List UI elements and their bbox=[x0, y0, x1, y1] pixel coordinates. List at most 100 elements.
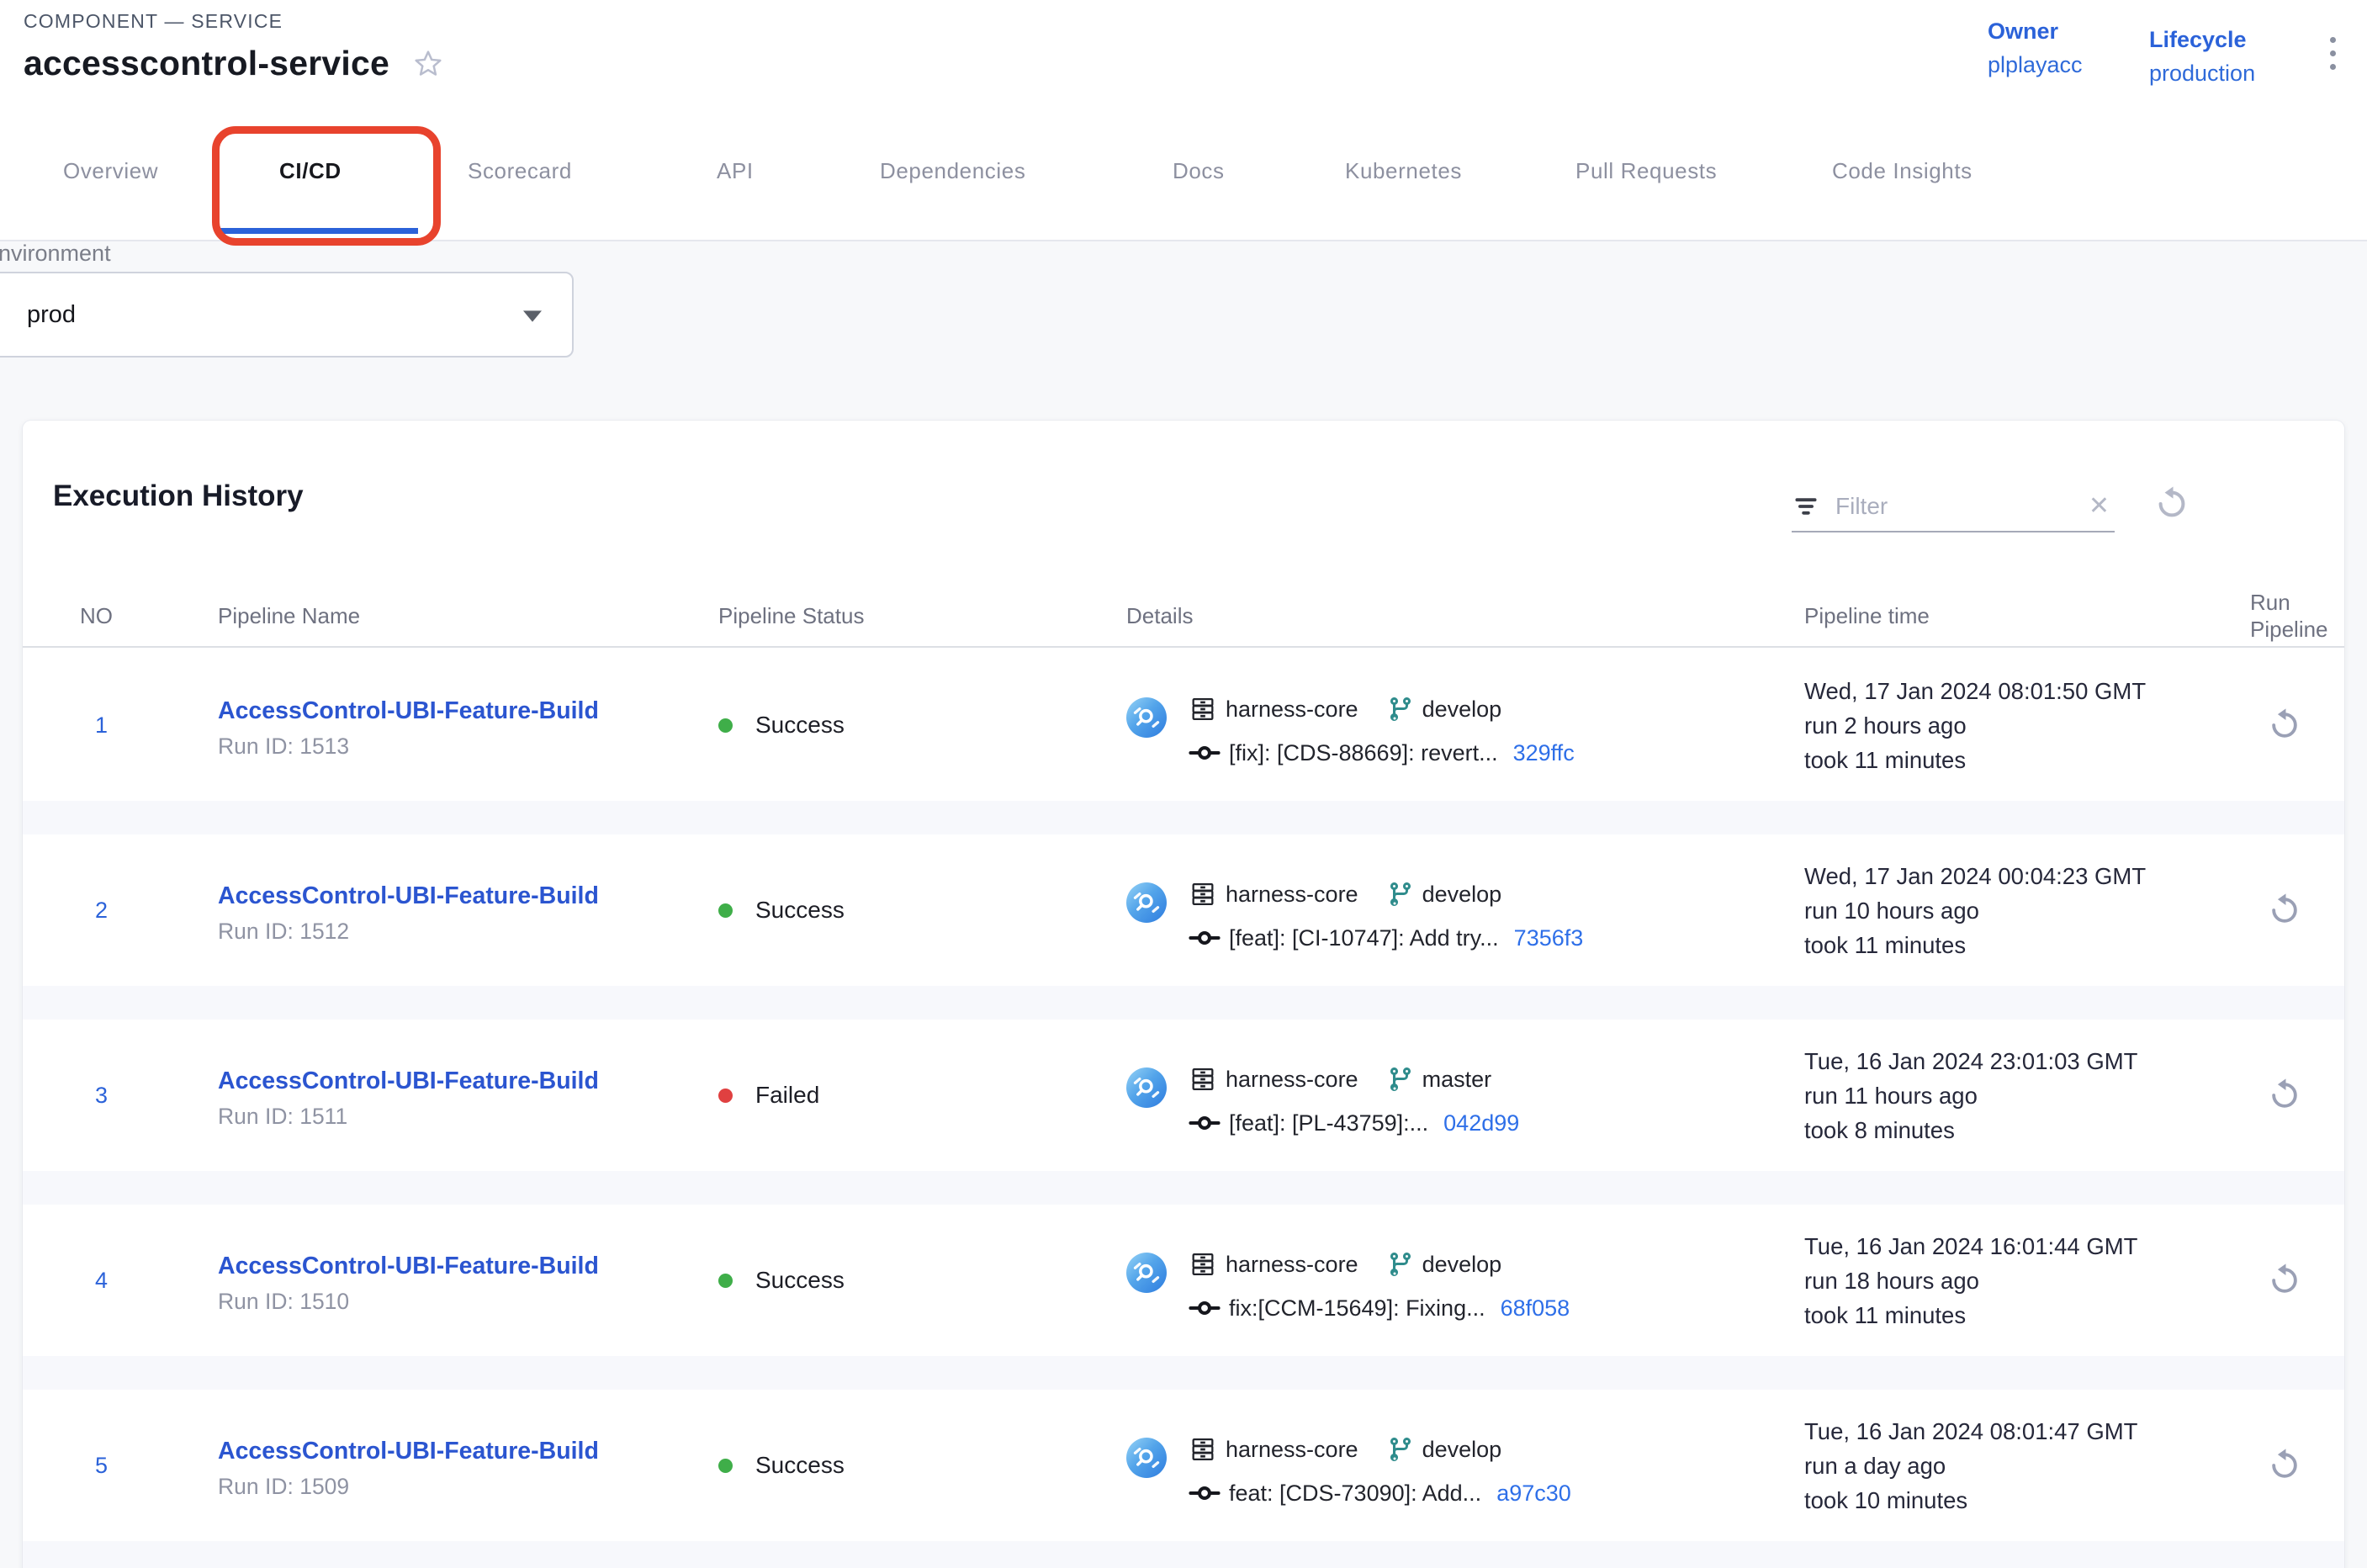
chevron-down-icon bbox=[523, 310, 542, 322]
tab-code-insights[interactable]: Code Insights bbox=[1832, 126, 1973, 215]
status-label: Success bbox=[755, 1452, 845, 1479]
pipeline-execution-icon[interactable] bbox=[1126, 882, 1167, 923]
execution-history-card: Execution History ✕ NO Pipeline Name Pip… bbox=[23, 421, 2344, 1568]
pipeline-run-ago: run 11 hours ago bbox=[1804, 1078, 2225, 1113]
run-pipeline-button[interactable] bbox=[2266, 892, 2303, 929]
repository-name: harness-core bbox=[1226, 692, 1358, 726]
owner-label: Owner bbox=[1988, 19, 2083, 45]
branch-icon bbox=[1387, 696, 1414, 723]
refresh-icon[interactable] bbox=[2153, 485, 2191, 523]
pipeline-name-link[interactable]: AccessControl-UBI-Feature-Build bbox=[218, 1067, 718, 1095]
commit-sha-link[interactable]: 042d99 bbox=[1443, 1106, 1519, 1140]
commit-icon bbox=[1189, 1481, 1221, 1506]
col-run-pipeline: Run Pipeline bbox=[2225, 589, 2344, 643]
pipeline-duration: took 11 minutes bbox=[1804, 743, 2225, 777]
row-number-link[interactable]: 5 bbox=[80, 1453, 108, 1478]
col-pipeline-name: Pipeline Name bbox=[218, 602, 718, 629]
commit-sha-link[interactable]: 7356f3 bbox=[1514, 921, 1584, 955]
commit-sha-link[interactable]: 68f058 bbox=[1501, 1291, 1570, 1325]
commit-sha-link[interactable]: a97c30 bbox=[1496, 1476, 1571, 1510]
repository-icon bbox=[1189, 1435, 1217, 1464]
environment-select[interactable]: prod bbox=[0, 272, 574, 358]
tab-overview[interactable]: Overview bbox=[63, 126, 158, 215]
commit-sha-link[interactable]: 329ffc bbox=[1513, 736, 1575, 770]
tab-dependencies[interactable]: Dependencies bbox=[880, 126, 1025, 215]
table-row: 3 AccessControl-UBI-Feature-Build Run ID… bbox=[23, 1020, 2344, 1171]
col-pipeline-time: Pipeline time bbox=[1804, 602, 2225, 629]
run-pipeline-button[interactable] bbox=[2266, 1262, 2303, 1299]
pipeline-execution-icon[interactable] bbox=[1126, 697, 1167, 738]
filter-icon bbox=[1792, 492, 1820, 521]
filter-input[interactable] bbox=[1835, 493, 2084, 520]
lifecycle-meta: Lifecycle production bbox=[2149, 27, 2255, 87]
commit-icon bbox=[1189, 1110, 1221, 1136]
pipeline-execution-icon[interactable] bbox=[1126, 1067, 1167, 1108]
pipeline-execution-icon[interactable] bbox=[1126, 1438, 1167, 1478]
lifecycle-label: Lifecycle bbox=[2149, 27, 2255, 53]
row-number-link[interactable]: 2 bbox=[80, 898, 108, 923]
status-label: Success bbox=[755, 1267, 845, 1294]
row-number-link[interactable]: 3 bbox=[80, 1083, 108, 1108]
owner-value-link[interactable]: plplayacc bbox=[1988, 52, 2083, 78]
pipeline-run-ago: run 10 hours ago bbox=[1804, 893, 2225, 928]
page-title: accesscontrol-service bbox=[24, 44, 389, 83]
row-number-link[interactable]: 1 bbox=[80, 712, 108, 738]
repository-name: harness-core bbox=[1226, 1062, 1358, 1096]
run-id: Run ID: 1512 bbox=[218, 919, 718, 945]
status-label: Failed bbox=[755, 1082, 819, 1109]
pipeline-duration: took 11 minutes bbox=[1804, 1298, 2225, 1332]
commit-icon bbox=[1189, 925, 1221, 951]
pipeline-timestamp: Tue, 16 Jan 2024 08:01:47 GMT bbox=[1804, 1414, 2225, 1449]
branch-name: develop bbox=[1422, 877, 1502, 911]
tab-docs[interactable]: Docs bbox=[1173, 126, 1225, 215]
pipeline-duration: took 8 minutes bbox=[1804, 1113, 2225, 1147]
pipeline-execution-icon[interactable] bbox=[1126, 1253, 1167, 1293]
commit-message: [fix]: [CDS-88669]: revert... bbox=[1229, 736, 1498, 770]
branch-name: develop bbox=[1422, 1433, 1502, 1466]
filter-box: ✕ bbox=[1792, 482, 2115, 532]
branch-name: develop bbox=[1422, 692, 1502, 726]
col-pipeline-status: Pipeline Status bbox=[718, 602, 1126, 629]
status-dot bbox=[718, 1459, 733, 1473]
table-body: 1 AccessControl-UBI-Feature-Build Run ID… bbox=[23, 649, 2344, 1568]
run-pipeline-button[interactable] bbox=[2266, 707, 2303, 744]
tab-api[interactable]: API bbox=[717, 126, 754, 215]
environment-label: Environment bbox=[0, 241, 111, 267]
branch-name: develop bbox=[1422, 1248, 1502, 1281]
pipeline-name-link[interactable]: AccessControl-UBI-Feature-Build bbox=[218, 882, 718, 910]
run-pipeline-button[interactable] bbox=[2266, 1447, 2303, 1484]
run-id: Run ID: 1510 bbox=[218, 1289, 718, 1315]
run-pipeline-button[interactable] bbox=[2266, 1077, 2303, 1114]
clear-filter-icon[interactable]: ✕ bbox=[2084, 494, 2115, 519]
repository-icon bbox=[1189, 695, 1217, 723]
pipeline-duration: took 11 minutes bbox=[1804, 928, 2225, 962]
tab-pull-requests[interactable]: Pull Requests bbox=[1575, 126, 1717, 215]
more-options-kebab-icon[interactable] bbox=[2327, 34, 2339, 73]
col-no: NO bbox=[80, 602, 218, 629]
repository-name: harness-core bbox=[1226, 1248, 1358, 1281]
status-dot bbox=[718, 718, 733, 733]
pipeline-name-link[interactable]: AccessControl-UBI-Feature-Build bbox=[218, 1253, 718, 1280]
entity-kind-eyebrow: COMPONENT — SERVICE bbox=[24, 10, 283, 33]
branch-icon bbox=[1387, 881, 1414, 908]
table-row: 1 AccessControl-UBI-Feature-Build Run ID… bbox=[23, 649, 2344, 801]
row-number-link[interactable]: 4 bbox=[80, 1268, 108, 1293]
pipeline-name-link[interactable]: AccessControl-UBI-Feature-Build bbox=[218, 697, 718, 725]
pipeline-run-ago: run a day ago bbox=[1804, 1449, 2225, 1483]
pipeline-duration: took 10 minutes bbox=[1804, 1483, 2225, 1518]
favorite-star-icon[interactable] bbox=[411, 47, 445, 81]
environment-selected-value: prod bbox=[0, 301, 76, 329]
repository-name: harness-core bbox=[1226, 877, 1358, 911]
pipeline-run-ago: run 2 hours ago bbox=[1804, 708, 2225, 743]
tab-scorecard[interactable]: Scorecard bbox=[468, 126, 572, 215]
execution-history-title: Execution History bbox=[53, 479, 304, 513]
tab-ci-cd[interactable]: CI/CD bbox=[279, 126, 342, 215]
commit-icon bbox=[1189, 1295, 1221, 1321]
status-label: Success bbox=[755, 897, 845, 924]
table-row: 4 AccessControl-UBI-Feature-Build Run ID… bbox=[23, 1205, 2344, 1356]
pipeline-name-link[interactable]: AccessControl-UBI-Feature-Build bbox=[218, 1438, 718, 1465]
repository-name: harness-core bbox=[1226, 1433, 1358, 1466]
tab-kubernetes[interactable]: Kubernetes bbox=[1345, 126, 1462, 215]
pipeline-timestamp: Tue, 16 Jan 2024 16:01:44 GMT bbox=[1804, 1229, 2225, 1263]
tabs: Overview CI/CD Scorecard API Dependencies Doc… bbox=[0, 126, 2367, 215]
